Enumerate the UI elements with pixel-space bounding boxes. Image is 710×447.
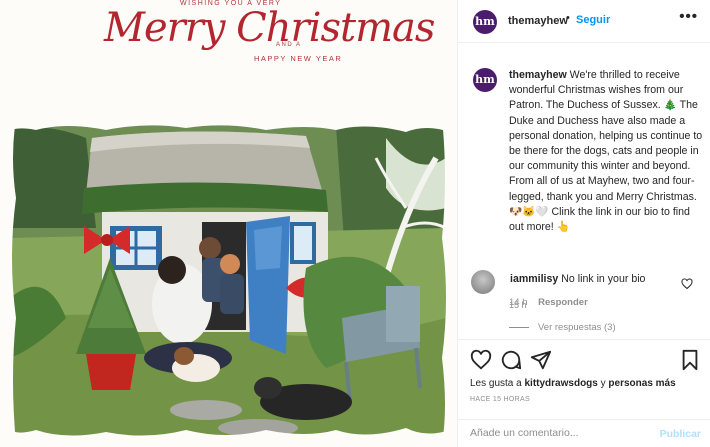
comment-icon[interactable] — [500, 349, 522, 371]
comment-text: iammilisy No link in your bio — [510, 273, 645, 285]
post-header: hm themayhew • Seguir ••• — [458, 0, 710, 43]
comment-input[interactable] — [470, 427, 630, 439]
likes-joiner: y — [600, 378, 606, 389]
reply-button[interactable]: Responder — [538, 297, 588, 308]
more-options-icon[interactable]: ••• — [679, 8, 698, 25]
add-comment-bar: Publicar — [458, 419, 710, 447]
separator-dot: • — [566, 12, 570, 24]
likes-others[interactable]: personas más — [608, 378, 675, 389]
replies-divider — [509, 326, 529, 328]
likes-summary: Les gusta a kittydrawsdogs y personas má… — [470, 378, 676, 389]
caption-text: themayhew We're thrilled to receive wond… — [509, 68, 705, 235]
comment-meta: 14 h Responder — [509, 297, 588, 308]
card-greeting: WISHING YOU A VERY Merry Christmas AND A… — [100, 0, 435, 78]
commenter-avatar[interactable] — [471, 270, 495, 294]
caption-avatar[interactable]: hm — [473, 68, 497, 92]
family-photo-illustration — [6, 118, 450, 444]
heart-icon[interactable] — [470, 349, 492, 371]
publish-button[interactable]: Publicar — [660, 428, 701, 440]
likes-prefix: Les gusta a — [470, 378, 522, 389]
send-icon[interactable] — [530, 349, 552, 371]
author-username[interactable]: themayhew — [508, 15, 568, 27]
author-avatar[interactable]: hm — [473, 10, 497, 34]
greeting-headline: Merry Christmas — [104, 5, 435, 51]
greeting-line3: HAPPY NEW YEAR — [254, 54, 343, 63]
follow-button[interactable]: Seguir — [576, 14, 610, 26]
post-timestamp[interactable]: HACE 15 HORAS — [470, 396, 530, 403]
caption-body: We're thrilled to receive wonderful Chri… — [509, 69, 703, 234]
post-image[interactable]: WISHING YOU A VERY Merry Christmas AND A… — [0, 0, 457, 447]
view-replies-button[interactable]: Ver respuestas (3) — [509, 322, 616, 333]
comment-timestamp[interactable]: 14 h — [509, 297, 528, 308]
greeting-line2: AND A — [276, 42, 302, 48]
commenter-username[interactable]: iammilisy — [510, 273, 558, 285]
post-sidebar: hm themayhew • Seguir ••• hm themayhew W… — [457, 0, 710, 447]
comment-like-heart-icon[interactable] — [681, 278, 693, 290]
action-bar: Les gusta a kittydrawsdogs y personas má… — [458, 339, 710, 409]
bookmark-icon[interactable] — [679, 349, 701, 371]
view-replies-label: Ver respuestas (3) — [538, 322, 616, 333]
comment-item: iammilisy No link in your bio 14 h Respo… — [458, 270, 710, 310]
comment-body: No link in your bio — [561, 273, 646, 285]
likes-user[interactable]: kittydrawsdogs — [525, 378, 598, 389]
caption-username[interactable]: themayhew — [509, 69, 567, 81]
